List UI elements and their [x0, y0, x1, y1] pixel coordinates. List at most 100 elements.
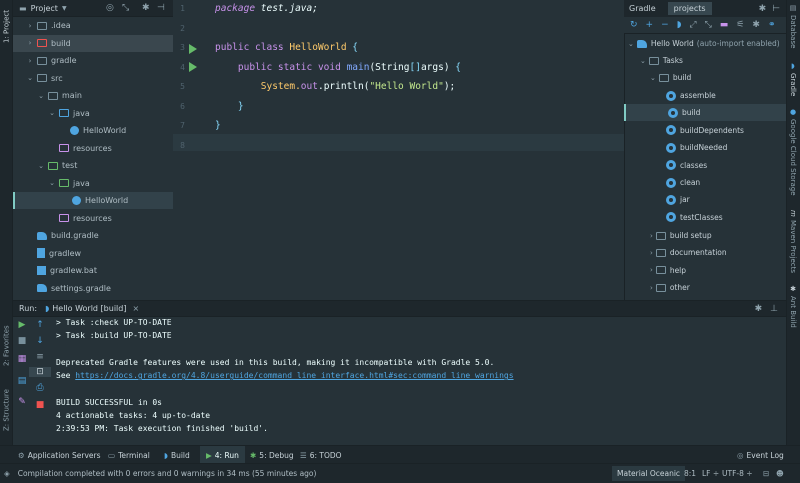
gradle-task-item[interactable]: build — [624, 104, 786, 122]
tree-item[interactable]: ⌄ test — [13, 157, 173, 174]
scroll-down-icon[interactable]: ↓ — [29, 336, 51, 346]
chevron-down-icon[interactable]: ⌄ — [48, 179, 56, 187]
run-class-icon[interactable] — [189, 44, 197, 54]
project-tool-tab[interactable]: 1: Project — [0, 4, 13, 50]
soft-wrap-icon[interactable]: ≡ — [29, 352, 51, 362]
tree-item[interactable]: › gradle — [13, 52, 173, 69]
chevron-down-icon[interactable]: ⌄ — [650, 74, 656, 82]
tree-item[interactable]: ⌄ src — [13, 70, 173, 87]
collapse-icon[interactable]: ⤡ — [122, 3, 129, 13]
refresh-icon[interactable]: ↻ — [630, 20, 638, 30]
expand-icon[interactable]: ⤢ — [689, 20, 696, 30]
code-line[interactable]: public class HelloWorld { — [215, 42, 358, 53]
gradle-group[interactable]: › build setup — [624, 227, 786, 244]
hide-panel-icon[interactable]: ⊥ — [770, 304, 778, 314]
print-icon[interactable]: ⎙ — [29, 383, 51, 393]
ant-tool-tab[interactable]: ✱ Ant Build — [786, 285, 800, 329]
code-line[interactable]: System.out.println("Hello World"); — [215, 81, 456, 92]
gradle-tasks[interactable]: ⌄ Tasks — [624, 52, 786, 69]
chevron-right-icon[interactable]: › — [26, 22, 34, 30]
scroll-up-icon[interactable]: ↑ — [29, 320, 51, 330]
settings-icon[interactable]: ✱ — [752, 20, 760, 30]
chevron-right-icon[interactable]: › — [26, 57, 34, 65]
tree-item[interactable]: gradlew — [13, 245, 173, 262]
close-icon[interactable]: × — [132, 304, 139, 313]
gradle-task-item[interactable]: assemble — [624, 87, 786, 104]
chevron-right-icon[interactable]: › — [650, 266, 653, 274]
theme-indicator[interactable]: Material Oceanic — [612, 466, 686, 481]
lock-icon[interactable]: ⊟ — [763, 469, 769, 478]
gradle-tool-tab[interactable]: ◗ Gradle — [786, 62, 800, 98]
chevron-down-icon[interactable]: ⌄ — [26, 74, 34, 82]
tab-build[interactable]: ◗ Build — [164, 446, 190, 464]
tree-item[interactable]: › build — [13, 34, 173, 52]
tree-item[interactable]: ⌄ java — [13, 105, 173, 122]
run-main-icon[interactable] — [189, 62, 197, 72]
code-line[interactable]: public static void main(String[]args) { — [215, 62, 461, 73]
tab-todo[interactable]: ☰ 6: TODO — [300, 446, 342, 464]
tree-item[interactable]: settings.gradle — [13, 280, 173, 297]
chevron-right-icon[interactable]: › — [26, 39, 34, 47]
chevron-down-icon[interactable]: ▼ — [62, 5, 67, 12]
file-encoding[interactable]: UTF-8 ÷ — [722, 469, 753, 478]
scroll-end-icon[interactable]: ⊡ — [29, 367, 51, 377]
tree-item[interactable]: ⌄ main — [13, 87, 173, 104]
chevron-right-icon[interactable]: › — [650, 232, 653, 240]
gear-icon[interactable]: ✱ — [142, 3, 150, 13]
docs-link[interactable]: https://docs.gradle.org/4.8/userguide/co… — [75, 371, 513, 380]
tab-terminal[interactable]: ▭ Terminal — [108, 446, 150, 464]
link-icon[interactable]: ⚭ — [768, 20, 776, 30]
chevron-right-icon[interactable]: › — [650, 284, 653, 292]
code-line[interactable]: } — [215, 120, 221, 131]
folder-icon[interactable]: ▬ — [720, 20, 729, 30]
maven-tool-tab[interactable]: m Maven Projects — [786, 210, 800, 273]
tree-item[interactable]: build.gradle — [13, 227, 173, 244]
chevron-down-icon[interactable]: ⌄ — [640, 57, 646, 65]
chevron-down-icon[interactable]: ⌄ — [37, 92, 45, 100]
line-separator[interactable]: LF ÷ — [702, 469, 719, 478]
code-line[interactable]: } — [215, 101, 244, 112]
gradle-task-item[interactable]: clean — [624, 174, 786, 191]
chevron-down-icon[interactable]: ⌄ — [37, 162, 45, 170]
tree-item[interactable]: › .idea — [13, 17, 173, 34]
clear-icon[interactable]: ■ — [29, 400, 51, 410]
gradle-task-item[interactable]: classes — [624, 157, 786, 174]
status-message[interactable]: Compilation completed with 0 errors and … — [18, 469, 317, 478]
tree-item[interactable]: resources — [13, 140, 173, 157]
tab-event-log[interactable]: ◎ Event Log — [737, 446, 784, 464]
gradle-task-item[interactable]: buildNeeded — [624, 139, 786, 156]
project-panel-title[interactable]: Project — [31, 4, 58, 13]
tree-item[interactable]: ⌄ java — [13, 175, 173, 192]
gradle-projects-tab[interactable]: projects — [667, 2, 712, 15]
hide-panel-icon[interactable]: ⊢ — [772, 4, 780, 14]
toggle-offline-icon[interactable]: ⚟ — [736, 20, 744, 30]
database-tool-tab[interactable]: ▤ Database — [786, 4, 800, 56]
tree-item[interactable]: resources — [13, 210, 173, 227]
add-icon[interactable]: + — [646, 20, 654, 30]
code-line[interactable]: package test.java; — [215, 3, 318, 14]
gradle-task-item[interactable]: buildDependents — [624, 122, 786, 139]
target-icon[interactable]: ◎ — [106, 3, 114, 13]
tree-item[interactable]: gradlew.bat — [13, 262, 173, 279]
gear-icon[interactable]: ✱ — [759, 4, 767, 14]
execute-icon[interactable]: ◗ — [677, 20, 682, 30]
chevron-down-icon[interactable]: ⌄ — [628, 40, 634, 48]
caret-position[interactable]: 8:1 — [684, 469, 696, 478]
gradle-group[interactable]: › other — [624, 279, 786, 296]
layers-icon[interactable]: ◈ — [4, 469, 10, 478]
tab-run[interactable]: ▶ 4: Run — [200, 446, 245, 464]
tree-item[interactable]: HelloWorld — [13, 122, 173, 139]
gradle-group-build[interactable]: ⌄ build — [624, 69, 786, 86]
chevron-right-icon[interactable]: › — [650, 249, 653, 257]
gradle-group[interactable]: › help — [624, 262, 786, 279]
collapse-icon[interactable]: ⤡ — [705, 20, 712, 30]
run-config-tab[interactable]: Hello World [build] — [52, 304, 126, 313]
gradle-task-item[interactable]: testClasses — [624, 209, 786, 226]
gear-icon[interactable]: ✱ — [755, 304, 763, 314]
chevron-down-icon[interactable]: ⌄ — [48, 109, 56, 117]
tab-debug[interactable]: ✱ 5: Debug — [250, 446, 294, 464]
remove-icon[interactable]: − — [661, 20, 669, 30]
tree-item[interactable]: HelloWorld — [13, 192, 173, 209]
inspector-icon[interactable]: ☻ — [776, 469, 784, 478]
gradle-task-item[interactable]: jar — [624, 191, 786, 208]
